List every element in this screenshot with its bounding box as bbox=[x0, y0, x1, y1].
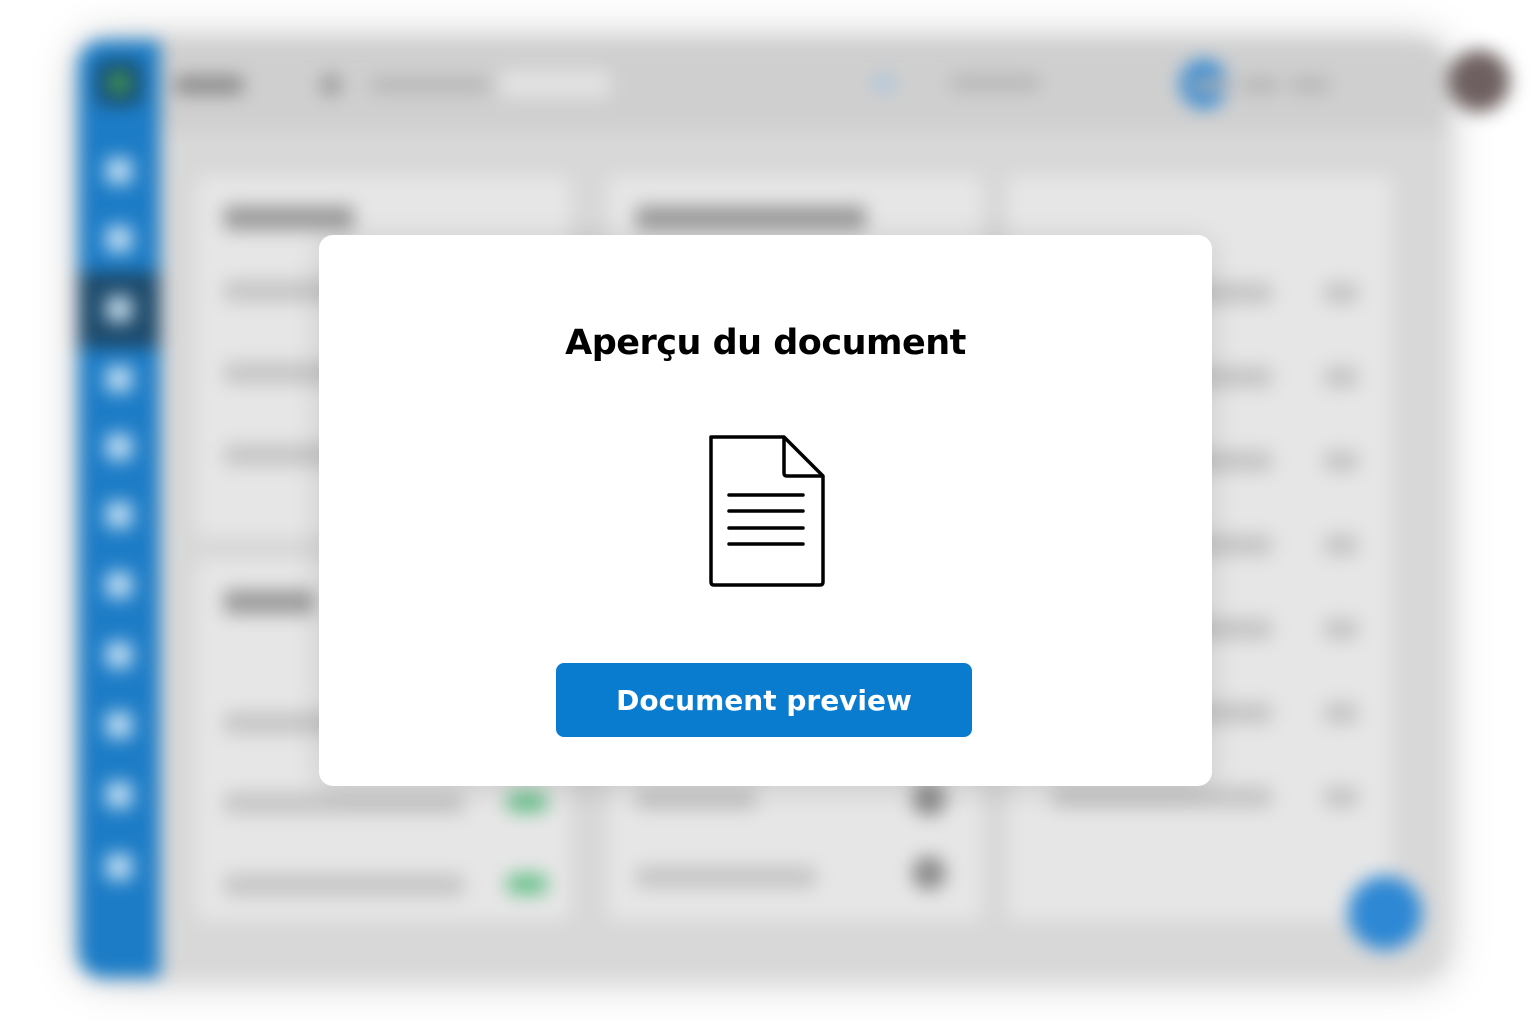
nav-icon bbox=[106, 712, 132, 738]
dialog-title: Aperçu du document bbox=[565, 323, 966, 363]
topbar-text bbox=[950, 76, 1040, 90]
nav-icon bbox=[106, 158, 132, 184]
nav-icon bbox=[106, 434, 132, 460]
topbar-icon bbox=[1190, 78, 1230, 92]
nav-icon bbox=[106, 854, 132, 880]
top-bar bbox=[160, 40, 1510, 130]
document-preview-button[interactable]: Document preview bbox=[556, 663, 972, 737]
app-logo bbox=[96, 60, 142, 106]
screen: Aperçu du document Document preview bbox=[0, 0, 1531, 1021]
bell-icon bbox=[872, 76, 896, 90]
nav-icon bbox=[106, 226, 132, 252]
topbar-icon bbox=[1290, 78, 1330, 92]
avatar bbox=[1448, 50, 1510, 112]
search-field bbox=[370, 78, 490, 92]
search-icon bbox=[320, 74, 342, 96]
nav-icon bbox=[106, 782, 132, 808]
nav-icon bbox=[106, 296, 132, 322]
nav-icon bbox=[106, 366, 132, 392]
nav-icon bbox=[106, 572, 132, 598]
floating-action-button bbox=[1348, 876, 1422, 950]
document-icon bbox=[709, 435, 825, 587]
app-name bbox=[174, 76, 244, 94]
nav-icon bbox=[106, 502, 132, 528]
document-preview-dialog: Aperçu du document Document preview bbox=[319, 235, 1212, 786]
search-button bbox=[500, 70, 610, 98]
nav-icon bbox=[106, 642, 132, 668]
sidebar bbox=[78, 40, 160, 978]
topbar-icon bbox=[1240, 78, 1280, 92]
